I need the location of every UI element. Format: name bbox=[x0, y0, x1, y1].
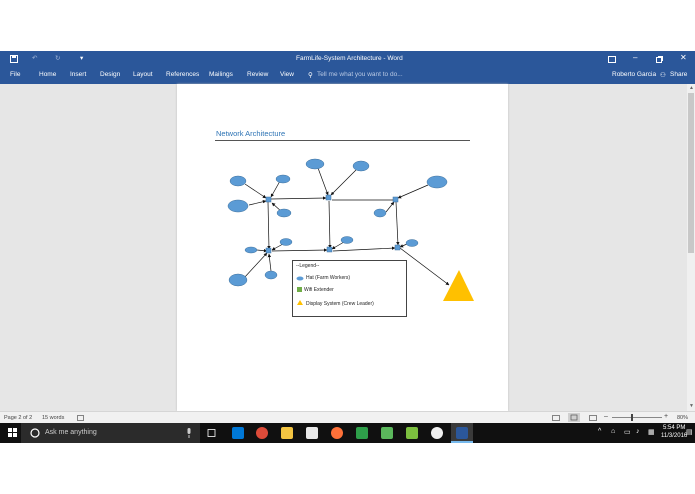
print-layout-icon[interactable] bbox=[568, 413, 580, 422]
file-explorer-icon[interactable] bbox=[281, 427, 293, 439]
task-view-icon[interactable] bbox=[206, 429, 217, 437]
notepad-green-icon[interactable] bbox=[406, 427, 418, 439]
legend-item-display: Display System (Crew Leader) bbox=[306, 301, 374, 307]
hat-node bbox=[352, 160, 370, 172]
wifi-extender-node bbox=[265, 196, 272, 203]
zoom-slider[interactable] bbox=[612, 417, 662, 418]
excel-like-icon[interactable] bbox=[381, 427, 393, 439]
legend-title: --Legend-- bbox=[296, 263, 320, 269]
hat-node bbox=[426, 175, 448, 189]
hat-node bbox=[276, 208, 292, 218]
legend-wifi-symbol bbox=[297, 287, 302, 292]
web-layout-icon[interactable] bbox=[589, 415, 597, 421]
firefox-icon[interactable] bbox=[331, 427, 343, 439]
search-placeholder[interactable]: Ask me anything bbox=[45, 429, 97, 436]
wifi-extender-node bbox=[326, 246, 333, 253]
clock-date[interactable]: 11/3/2016 bbox=[661, 433, 687, 439]
hat-node bbox=[340, 236, 354, 244]
wifi-extender-node bbox=[325, 194, 332, 201]
hat-node bbox=[275, 174, 291, 184]
zoom-level[interactable]: 80% bbox=[677, 415, 688, 421]
wifi-extender-node bbox=[392, 196, 399, 203]
zoom-out-icon[interactable]: – bbox=[604, 413, 608, 420]
hat-node bbox=[405, 239, 419, 247]
page-count[interactable]: Page 2 of 2 bbox=[4, 415, 32, 421]
legend-box[interactable]: --Legend-- Hat (Farm Workers) Wifi Exten… bbox=[292, 260, 407, 317]
network-icon[interactable]: ⌂ bbox=[611, 428, 615, 435]
hat-node bbox=[279, 238, 293, 246]
zoom-in-icon[interactable]: + bbox=[664, 413, 668, 420]
hat-node bbox=[228, 273, 248, 287]
windows-start-icon[interactable] bbox=[8, 428, 17, 437]
store-icon[interactable] bbox=[306, 427, 318, 439]
hat-node bbox=[373, 208, 387, 218]
legend-hat-symbol bbox=[296, 276, 304, 281]
hat-node bbox=[227, 199, 249, 213]
zoom-slider-thumb[interactable] bbox=[631, 414, 633, 421]
wifi-extender-node bbox=[265, 247, 272, 254]
read-mode-icon[interactable] bbox=[552, 415, 560, 421]
hat-node bbox=[264, 270, 278, 280]
legend-display-symbol bbox=[297, 300, 303, 305]
word-icon[interactable] bbox=[456, 427, 468, 439]
wifi-extender-node bbox=[394, 244, 401, 251]
edge-icon[interactable] bbox=[232, 427, 244, 439]
word-count[interactable]: 15 words bbox=[42, 415, 64, 421]
legend-item-wifi: Wifi Extender bbox=[304, 287, 334, 293]
microphone-icon[interactable] bbox=[186, 428, 192, 438]
display-system-node bbox=[443, 270, 474, 301]
app-circle-icon[interactable] bbox=[431, 427, 443, 439]
active-app-indicator bbox=[451, 441, 473, 443]
proofing-icon[interactable] bbox=[77, 415, 84, 421]
chevron-up-icon[interactable]: ^ bbox=[598, 428, 601, 435]
app-green-icon[interactable] bbox=[356, 427, 368, 439]
hat-node bbox=[229, 175, 247, 187]
clock-time[interactable]: 5:54 PM bbox=[663, 425, 685, 431]
battery-icon[interactable]: ▭ bbox=[624, 428, 631, 436]
keyboard-icon[interactable]: ▦ bbox=[648, 428, 655, 436]
hat-node bbox=[244, 246, 258, 254]
cortana-icon[interactable] bbox=[30, 428, 40, 438]
chrome-icon[interactable] bbox=[256, 427, 268, 439]
legend-item-hat: Hat (Farm Workers) bbox=[306, 275, 351, 281]
volume-icon[interactable]: ♪ bbox=[636, 428, 640, 435]
hat-node bbox=[305, 158, 325, 170]
action-center-icon[interactable]: ▤ bbox=[686, 428, 693, 436]
